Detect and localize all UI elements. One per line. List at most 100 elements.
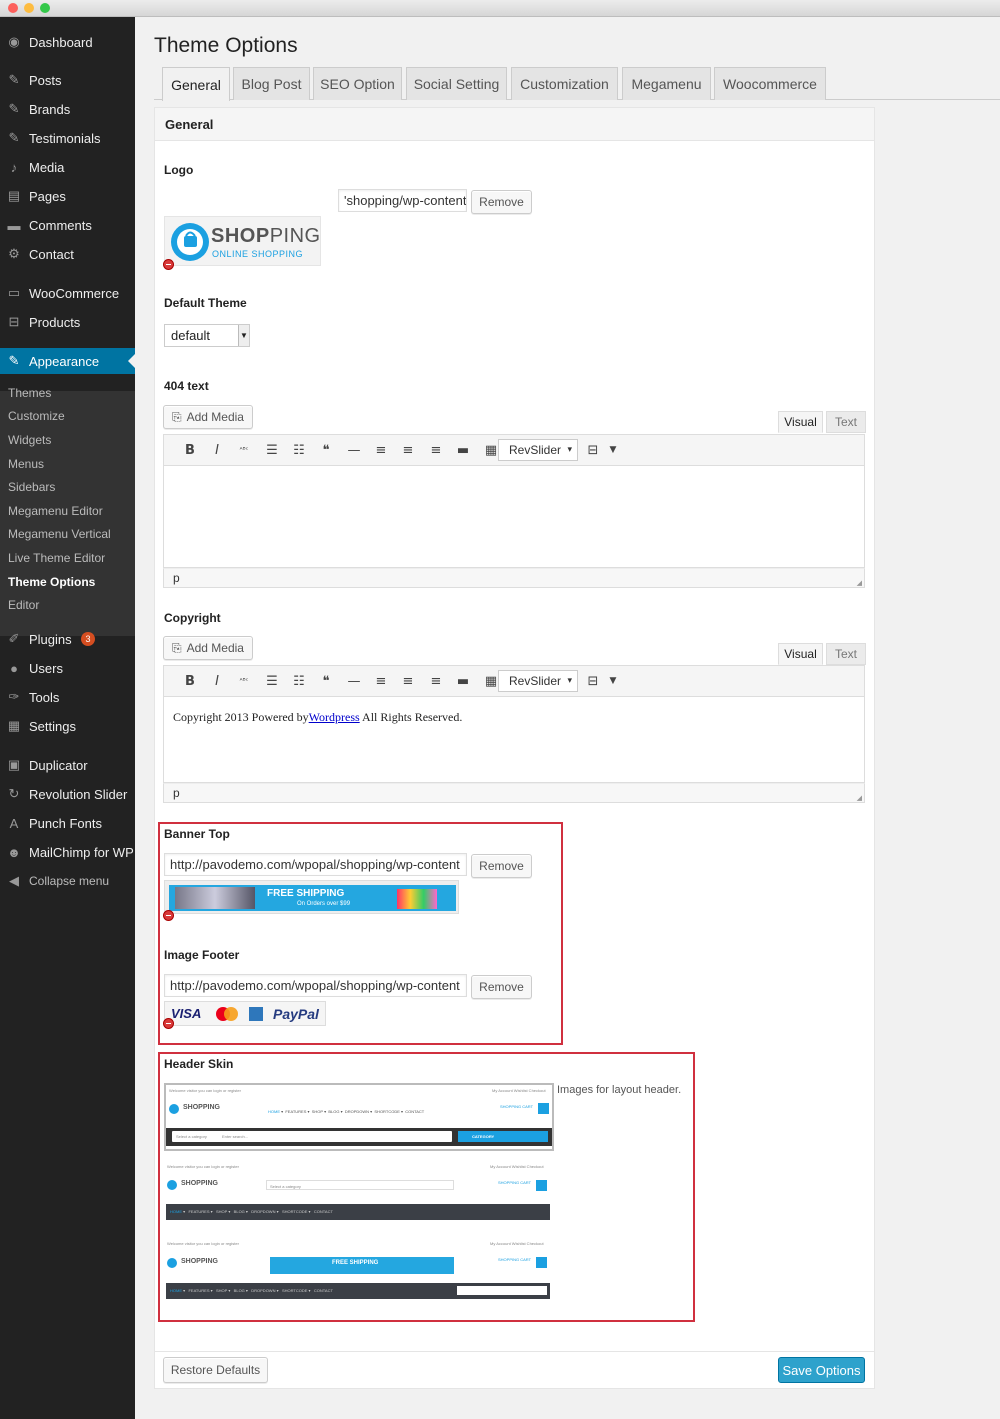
sidebar-item-duplicator[interactable]: ▣ Duplicator — [0, 752, 135, 778]
text404-editor-area[interactable] — [163, 466, 865, 568]
pin-icon: ✎ — [8, 72, 20, 87]
sidebar-item-contact[interactable]: ⚙ Contact — [0, 241, 135, 267]
shortcode-cart-icon[interactable]: ⊟ — [584, 672, 602, 690]
panel-title: General — [165, 117, 214, 132]
resize-handle-icon[interactable]: ◢ — [857, 794, 862, 802]
submenu-item-live-theme-editor[interactable]: Live Theme Editor — [8, 551, 105, 565]
sidebar-item-brands[interactable]: ✎ Brands — [0, 96, 135, 122]
submenu-item-theme-options[interactable]: Theme Options — [8, 575, 95, 589]
text404-visual-tab[interactable]: Visual — [778, 411, 823, 433]
align-left-icon[interactable]: ≡ — [372, 441, 390, 459]
restore-defaults-button[interactable]: Restore Defaults — [163, 1357, 268, 1383]
tab-woocommerce[interactable]: Woocommerce — [714, 67, 826, 100]
sidebar-item-media[interactable]: ♪ Media — [0, 154, 135, 180]
banner-top-url-input[interactable]: http://pavodemo.com/wpopal/shopping/wp-c… — [164, 853, 467, 876]
close-window-dot[interactable] — [8, 3, 18, 13]
image-footer-remove-button[interactable]: Remove — [471, 975, 532, 999]
copyright-visual-tab[interactable]: Visual — [778, 643, 823, 665]
sidebar-item-plugins[interactable]: ✐ Plugins 3 — [0, 626, 135, 652]
bold-icon[interactable]: B — [181, 672, 199, 690]
banner-top-remove-button[interactable]: Remove — [471, 854, 532, 878]
insert-more-icon[interactable]: ▬ — [454, 441, 472, 459]
header-skin-option-2[interactable]: Welcome visitor you can login or registe… — [164, 1162, 554, 1222]
horizontal-rule-icon[interactable]: — — [345, 672, 363, 690]
default-theme-select[interactable]: default ▼ — [164, 324, 250, 347]
revslider-select[interactable]: RevSlider ▾ — [498, 439, 578, 461]
copyright-editor-area[interactable]: Copyright 2013 Powered byWordpress All R… — [163, 697, 865, 783]
tab-blog-post[interactable]: Blog Post — [233, 67, 310, 100]
brush-icon: ✎ — [8, 353, 20, 368]
italic-icon[interactable]: I — [208, 441, 226, 459]
bullet-list-icon[interactable]: ☰ — [263, 441, 281, 459]
logo-remove-button[interactable]: Remove — [471, 190, 532, 214]
horizontal-rule-icon[interactable]: — — [345, 441, 363, 459]
bold-icon[interactable]: B — [181, 441, 199, 459]
sidebar-item-punch-fonts[interactable]: A Punch Fonts — [0, 810, 135, 836]
strikethrough-icon[interactable]: ᴬᴮᶜ — [235, 672, 253, 690]
submenu-item-megamenu-editor[interactable]: Megamenu Editor — [8, 504, 103, 518]
revslider-select[interactable]: RevSlider ▾ — [498, 670, 578, 692]
submenu-item-themes[interactable]: Themes — [8, 386, 51, 400]
sidebar-item-pages[interactable]: ▤ Pages — [0, 183, 135, 209]
tab-general[interactable]: General — [162, 67, 230, 101]
numbered-list-icon[interactable]: ☷ — [290, 441, 308, 459]
image-footer-remove-icon[interactable] — [163, 1018, 174, 1029]
align-center-icon[interactable]: ≡ — [399, 672, 417, 690]
sidebar-item-settings[interactable]: ▦ Settings — [0, 713, 135, 739]
sidebar-item-mailchimp-for-wp[interactable]: ☻ MailChimp for WP — [0, 839, 135, 865]
wordpress-link[interactable]: Wordpress — [309, 710, 360, 724]
submenu-item-megamenu-vertical[interactable]: Megamenu Vertical — [8, 527, 111, 541]
submenu-item-menus[interactable]: Menus — [8, 457, 44, 471]
sidebar-item-revolution-slider[interactable]: ↻ Revolution Slider — [0, 781, 135, 807]
logo-url-input[interactable]: 'shopping/wp-content — [338, 189, 467, 212]
image-footer-url-input[interactable]: http://pavodemo.com/wpopal/shopping/wp-c… — [164, 974, 467, 997]
tab-social-setting[interactable]: Social Setting — [406, 67, 507, 100]
align-center-icon[interactable]: ≡ — [399, 441, 417, 459]
text404-add-media-button[interactable]: ⎘ Add Media — [163, 405, 253, 429]
logo-remove-icon[interactable] — [163, 259, 174, 270]
sidebar-item-appearance[interactable]: ✎ Appearance — [0, 348, 135, 374]
sidebar-item-collapse-menu[interactable]: ◀ Collapse menu — [0, 868, 135, 894]
sidebar-item-woocommerce[interactable]: ▭ WooCommerce — [0, 280, 135, 306]
chevron-down-icon[interactable]: ▼ — [604, 441, 622, 459]
sidebar-item-testimonials[interactable]: ✎ Testimonials — [0, 125, 135, 151]
submenu-item-widgets[interactable]: Widgets — [8, 433, 51, 447]
tab-seo-option[interactable]: SEO Option — [313, 67, 402, 100]
chevron-down-icon[interactable]: ▼ — [604, 672, 622, 690]
align-left-icon[interactable]: ≡ — [372, 672, 390, 690]
sidebar-item-tools[interactable]: ✑ Tools — [0, 684, 135, 710]
align-right-icon[interactable]: ≡ — [427, 441, 445, 459]
sidebar-item-posts[interactable]: ✎ Posts — [0, 67, 135, 93]
blockquote-icon[interactable]: ❝ — [317, 441, 335, 459]
submenu-item-editor[interactable]: Editor — [8, 598, 39, 612]
sidebar-item-users[interactable]: ● Users — [0, 655, 135, 681]
sidebar-item-comments[interactable]: ▬ Comments — [0, 212, 135, 238]
insert-more-icon[interactable]: ▬ — [454, 672, 472, 690]
text404-text-tab[interactable]: Text — [826, 411, 866, 433]
resize-handle-icon[interactable]: ◢ — [857, 579, 862, 587]
user-icon: ● — [10, 660, 18, 676]
copyright-text-tab[interactable]: Text — [826, 643, 866, 665]
maximize-window-dot[interactable] — [40, 3, 50, 13]
header-skin-option-3[interactable]: Welcome visitor you can login or registe… — [164, 1239, 554, 1305]
numbered-list-icon[interactable]: ☷ — [290, 672, 308, 690]
tab-customization[interactable]: Customization — [511, 67, 618, 100]
save-options-button[interactable]: Save Options — [778, 1357, 865, 1383]
copyright-add-media-button[interactable]: ⎘ Add Media — [163, 636, 253, 660]
strikethrough-icon[interactable]: ᴬᴮᶜ — [235, 441, 253, 459]
bullet-list-icon[interactable]: ☰ — [263, 672, 281, 690]
page-title: Theme Options — [154, 34, 298, 57]
blockquote-icon[interactable]: ❝ — [317, 672, 335, 690]
shortcode-cart-icon[interactable]: ⊟ — [584, 441, 602, 459]
header-skin-option-1[interactable]: Welcome visitor you can login or registe… — [164, 1083, 554, 1151]
sidebar-item-dashboard[interactable]: ◉ Dashboard — [0, 29, 135, 55]
align-right-icon[interactable]: ≡ — [427, 672, 445, 690]
banner-top-remove-icon[interactable] — [163, 910, 174, 921]
sidebar-item-products[interactable]: ⊟ Products — [0, 309, 135, 335]
submenu-item-sidebars[interactable]: Sidebars — [8, 480, 55, 494]
italic-icon[interactable]: I — [208, 672, 226, 690]
submenu-item-customize[interactable]: Customize — [8, 409, 65, 423]
tab-megamenu[interactable]: Megamenu — [622, 67, 711, 100]
minimize-window-dot[interactable] — [24, 3, 34, 13]
chevron-down-icon: ▼ — [238, 325, 249, 346]
